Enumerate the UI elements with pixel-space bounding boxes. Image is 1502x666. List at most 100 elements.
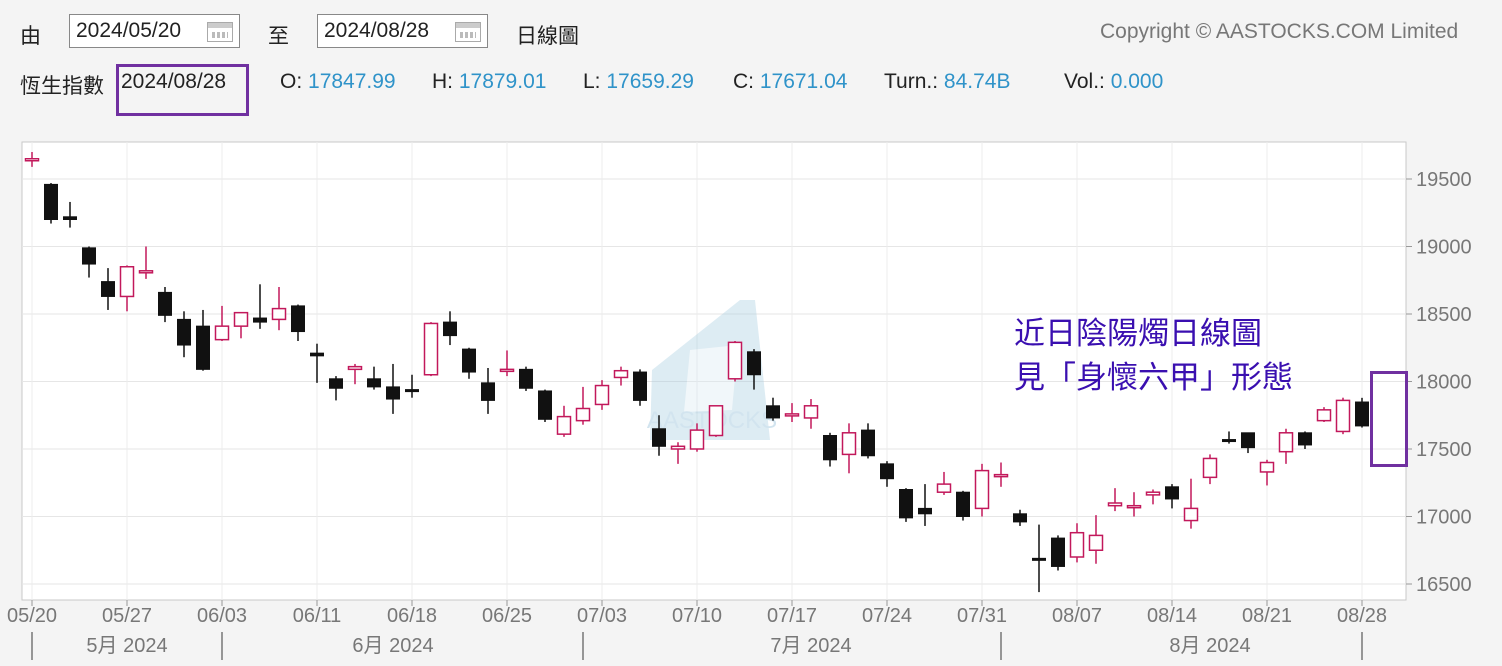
candle-body xyxy=(329,378,343,389)
candle-body xyxy=(1069,531,1085,558)
candle-body xyxy=(993,473,1009,478)
x-tick-label: 06/03 xyxy=(197,605,247,627)
candle xyxy=(1335,397,1351,435)
candle-body xyxy=(689,429,705,450)
candle xyxy=(1051,535,1065,571)
candle-body xyxy=(1013,513,1027,523)
candle xyxy=(423,322,439,377)
candle xyxy=(633,369,647,406)
candle-body xyxy=(196,325,210,370)
y-tick-label: 17000 xyxy=(1416,507,1472,529)
x-tick-label: 05/27 xyxy=(102,605,152,627)
annotation-line-2: 見「身懷六甲」形態 xyxy=(1014,360,1293,396)
x-tick-label: 06/11 xyxy=(293,605,342,627)
candle-body xyxy=(823,435,837,461)
candle xyxy=(519,366,533,391)
candle-body xyxy=(367,378,381,388)
candle-body xyxy=(462,348,476,373)
candle-body xyxy=(1222,439,1236,443)
x-tick-label: 08/14 xyxy=(1147,605,1197,627)
y-tick-label: 17500 xyxy=(1416,439,1472,461)
y-tick-label: 19000 xyxy=(1416,237,1472,259)
candle-body xyxy=(1145,491,1161,496)
candle-body xyxy=(24,158,40,162)
month-label: 7月 2024 xyxy=(770,635,851,657)
candle-body xyxy=(158,291,172,316)
candle-body xyxy=(233,311,249,327)
candle-body xyxy=(766,405,780,419)
candle-body xyxy=(101,281,115,297)
candle-body xyxy=(1298,432,1312,446)
candle-body xyxy=(423,322,439,376)
y-tick-label: 19500 xyxy=(1416,169,1472,191)
candle-body xyxy=(727,341,743,380)
candle xyxy=(708,405,724,437)
candle-body xyxy=(1316,409,1332,422)
pattern-highlight-box xyxy=(1370,371,1408,467)
candle xyxy=(538,389,552,422)
candle-body xyxy=(253,317,267,323)
candle xyxy=(974,463,990,517)
candle-body xyxy=(443,321,457,337)
month-label: 5月 2024 xyxy=(86,635,167,657)
candle xyxy=(1316,407,1332,422)
x-tick-label: 07/31 xyxy=(957,605,1007,627)
candle-body xyxy=(1355,401,1369,427)
annotation-line-1: 近日陰陽燭日線圖 xyxy=(1014,316,1262,352)
candle-body xyxy=(214,325,230,341)
candle-body xyxy=(594,384,610,406)
x-tick-label: 07/17 xyxy=(767,605,817,627)
candle-body xyxy=(271,307,287,321)
x-tick-label: 07/03 xyxy=(577,605,627,627)
candle-body xyxy=(386,386,400,400)
x-tick-label: 08/07 xyxy=(1052,605,1102,627)
candle-body xyxy=(899,489,913,519)
x-tick-label: 06/25 xyxy=(482,605,532,627)
candle-body xyxy=(82,247,96,265)
candle-body xyxy=(1259,461,1275,473)
candle-body xyxy=(708,405,724,437)
y-tick-label: 18500 xyxy=(1416,304,1472,326)
candle-body xyxy=(481,382,495,401)
candle-body xyxy=(747,351,761,376)
y-tick-label: 18000 xyxy=(1416,372,1472,394)
candle-body xyxy=(1051,537,1065,567)
candle-body xyxy=(1335,399,1351,433)
candle-body xyxy=(519,368,533,389)
x-tick-label: 05/20 xyxy=(7,605,57,627)
candle-body xyxy=(538,390,552,420)
candle-body xyxy=(1202,457,1218,479)
y-axis: 19500 19000 18500 18000 17500 17000 16500 xyxy=(1406,169,1472,596)
candle-body xyxy=(880,463,894,480)
y-tick-label: 16500 xyxy=(1416,574,1472,596)
candle-body xyxy=(918,507,932,515)
candle xyxy=(727,341,743,382)
candle-body xyxy=(405,389,419,393)
month-label: 8月 2024 xyxy=(1169,635,1250,657)
candle-body xyxy=(784,413,800,417)
candle-body xyxy=(556,415,572,435)
candle-body xyxy=(1241,432,1255,449)
x-tick-label: 06/18 xyxy=(387,605,437,627)
candle-body xyxy=(44,183,58,220)
annotation-text: 近日陰陽燭日線圖 見「身懷六甲」形態 xyxy=(1014,312,1293,400)
candle-body xyxy=(1278,432,1294,453)
candle-body xyxy=(291,305,305,333)
candle xyxy=(44,183,58,224)
candle-body xyxy=(670,445,686,450)
candle-body xyxy=(861,429,875,457)
candle-body xyxy=(119,266,135,298)
candle-body xyxy=(956,491,970,518)
candle-body xyxy=(652,428,666,447)
month-label: 6月 2024 xyxy=(352,635,433,657)
x-tick-label: 07/24 xyxy=(862,605,912,627)
candle-body xyxy=(1183,507,1199,522)
candle-body xyxy=(841,432,857,456)
candle-body xyxy=(1165,486,1179,500)
candle-body xyxy=(1107,502,1123,507)
candle-body xyxy=(347,365,363,371)
x-tick-label: 08/28 xyxy=(1337,605,1387,627)
candle-body xyxy=(177,318,191,346)
candle-body xyxy=(803,405,819,419)
x-tick-label: 08/21 xyxy=(1242,605,1292,627)
